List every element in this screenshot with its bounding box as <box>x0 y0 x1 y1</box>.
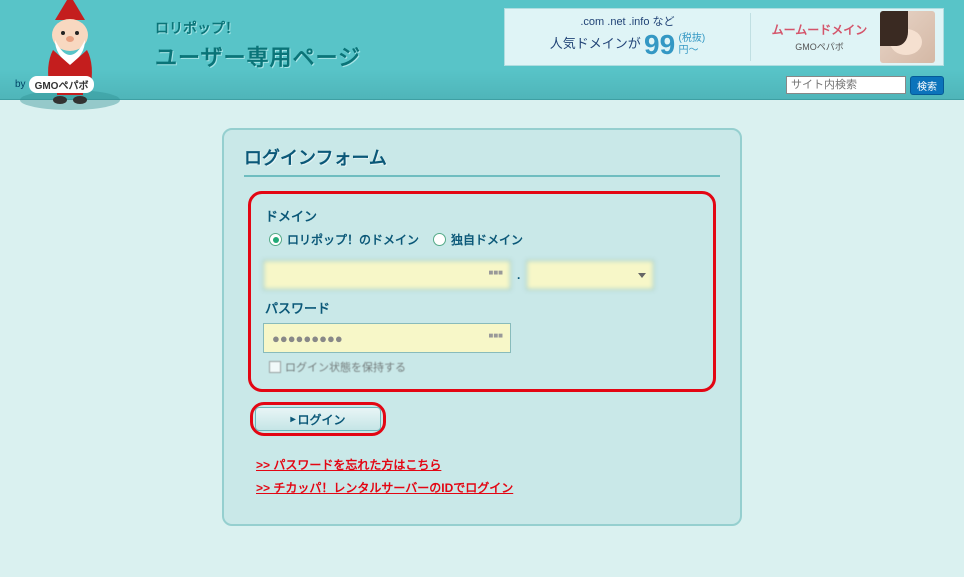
login-panel: ログインフォーム ドメイン ロリポップ！のドメイン 独自ドメイン ■■■ . <box>222 128 742 526</box>
brand-text: ロリポップ！ ユーザー専用ページ <box>155 18 361 72</box>
highlight-box: ドメイン ロリポップ！のドメイン 独自ドメイン ■■■ . パスワー <box>248 191 716 392</box>
domain-radio-group: ロリポップ！のドメイン 独自ドメイン <box>269 231 701 248</box>
banner-photo <box>880 11 935 63</box>
brand-by-line: by GMOペパボ <box>15 76 94 93</box>
banner-muu-title: ムームードメイン <box>759 21 880 38</box>
domain-dot: . <box>517 268 520 282</box>
search-bar: 検索 <box>786 76 944 95</box>
by-company: GMOペパボ <box>29 76 95 93</box>
panel-title: ログインフォーム <box>244 144 720 177</box>
keep-login-checkbox[interactable] <box>269 361 281 373</box>
brand-line2: ユーザー専用ページ <box>155 40 361 72</box>
keep-login-row[interactable]: ログイン状態を保持する <box>269 359 701 375</box>
radio-own-domain[interactable]: 独自ドメイン <box>433 231 523 248</box>
by-label: by <box>15 79 26 90</box>
search-button[interactable]: 検索 <box>910 76 944 95</box>
header: ロリポップ！ ユーザー専用ページ by GMOペパボ .com .net .in… <box>0 0 964 100</box>
domain-select[interactable] <box>526 260 654 290</box>
brand-line1: ロリポップ！ <box>155 18 361 38</box>
banner-right: ムームードメイン GMOペパボ <box>751 7 943 67</box>
banner-price-number: 99 <box>644 29 675 61</box>
subdomain-input[interactable] <box>263 260 511 290</box>
banner-popular-text: 人気ドメインが <box>550 36 641 51</box>
login-button[interactable]: ログイン <box>255 407 381 431</box>
radio-lolipop-label: ロリポップ！のドメイン <box>287 231 419 248</box>
ad-banner[interactable]: .com .net .info など 人気ドメインが 99 (税抜)円～ ムーム… <box>504 8 944 66</box>
radio-icon <box>269 233 282 246</box>
password-label: パスワード <box>265 298 701 317</box>
banner-left: .com .net .info など 人気ドメインが 99 (税抜)円～ <box>505 9 750 65</box>
help-links: >> パスワードを忘れた方はこちら >> チカッパ！レンタルサーバーのIDでログ… <box>256 456 720 496</box>
radio-lolipop-domain[interactable]: ロリポップ！のドメイン <box>269 231 419 248</box>
radio-own-label: 独自ドメイン <box>451 231 523 248</box>
domain-row: ■■■ . <box>263 260 701 290</box>
login-button-highlight: ログイン <box>250 402 386 436</box>
banner-muu-by: GMOペパボ <box>759 40 880 53</box>
keep-login-label: ログイン状態を保持する <box>285 359 406 375</box>
forgot-password-link[interactable]: >> パスワードを忘れた方はこちら <box>256 456 720 473</box>
banner-domains-text: .com .net .info など <box>513 13 742 29</box>
password-input[interactable] <box>263 323 511 353</box>
domain-label: ドメイン <box>265 206 701 225</box>
search-input[interactable] <box>786 76 906 94</box>
brand-mascot <box>15 0 125 110</box>
chicappa-login-link[interactable]: >> チカッパ！レンタルサーバーのIDでログイン <box>256 479 720 496</box>
radio-icon <box>433 233 446 246</box>
banner-price-unit: (税抜)円～ <box>679 33 706 57</box>
